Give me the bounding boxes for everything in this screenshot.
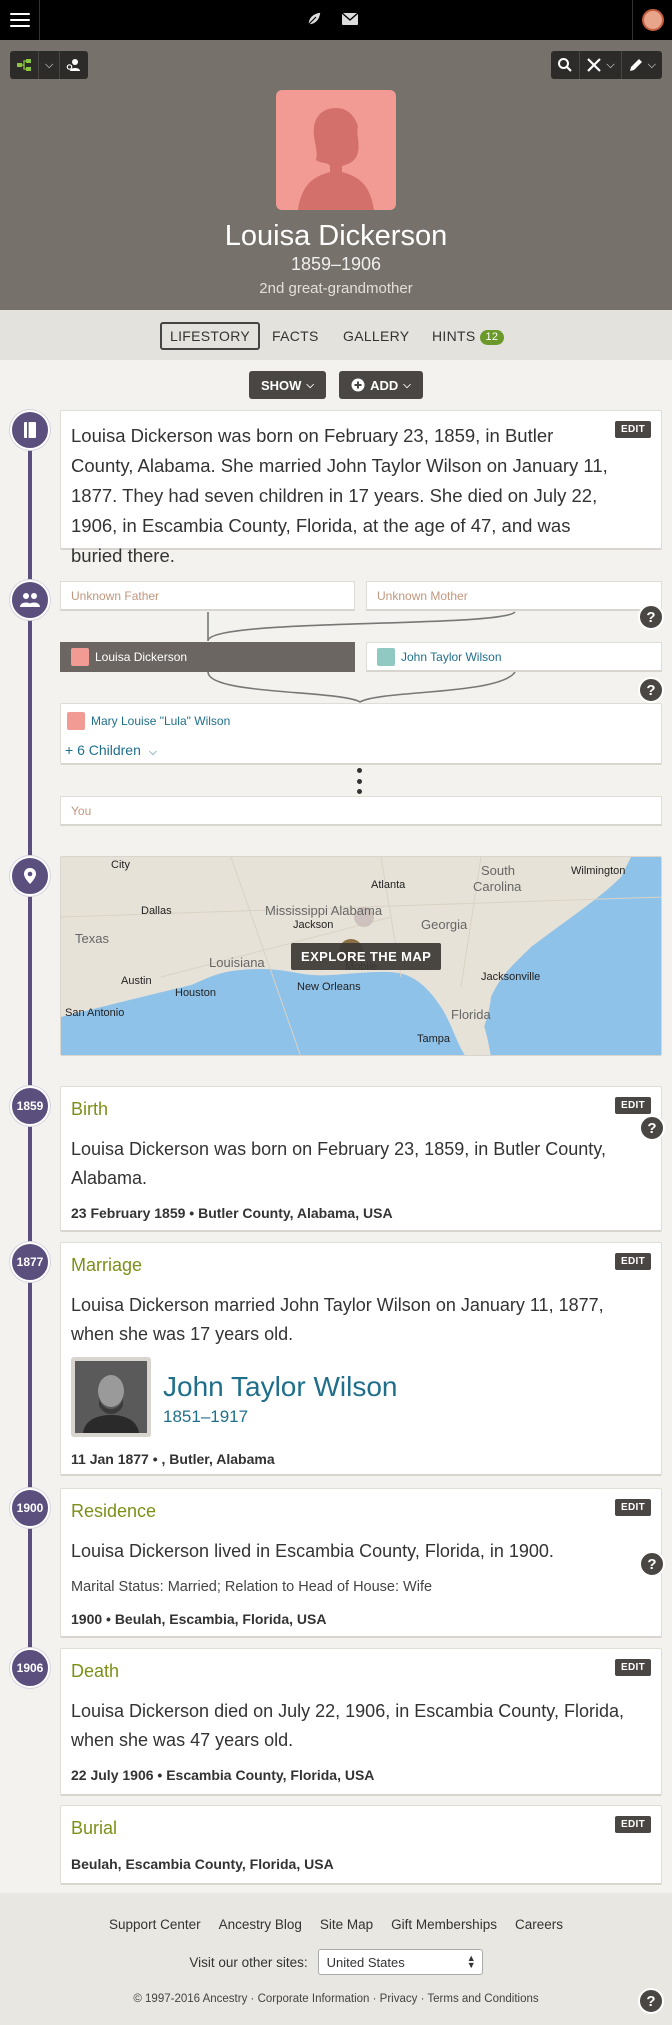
edit-button[interactable]: EDIT	[615, 1253, 651, 1270]
event-card-burial: EDIT Burial Beulah, Escambia County, Flo…	[60, 1805, 662, 1885]
more-children-toggle[interactable]: + 6 Children ⌵	[65, 742, 157, 759]
legal-link-corporate[interactable]: Corporate Information	[258, 1993, 370, 2005]
map-label-texas: Texas	[75, 931, 109, 946]
chevron-down-icon: ⌵	[148, 746, 158, 758]
edit-button[interactable]: EDIT	[615, 1816, 651, 1833]
children-card: Mary Louise "Lula" Wilson + 6 Children ⌵	[60, 703, 662, 765]
footer-link-support[interactable]: Support Center	[109, 1917, 201, 1932]
edit-button[interactable]: EDIT	[615, 1499, 651, 1516]
map-node	[10, 856, 50, 896]
footer-link-careers[interactable]: Careers	[515, 1917, 563, 1932]
event-meta: 1900 • Beulah, Escambia, Florida, USA	[71, 1611, 327, 1627]
event-card-residence: EDIT ? Residence Louisa Dickerson lived …	[60, 1488, 665, 1638]
event-subtext: Marital Status: Married; Relation to Hea…	[71, 1579, 433, 1595]
explore-map-button[interactable]: EXPLORE THE MAP	[291, 943, 442, 970]
event-title: Burial	[71, 1818, 118, 1838]
select-arrows-icon: ▲ ▼	[466, 1953, 476, 1970]
event-card-marriage: EDIT Marriage Louisa Dickerson married J…	[60, 1242, 662, 1476]
map-label-south: South	[481, 863, 515, 878]
map-label-louisiana: Louisiana	[209, 955, 265, 970]
event-text: Louisa Dickerson lived in Escambia Count…	[71, 1541, 554, 1561]
event-card-birth: EDIT ? Birth Louisa Dickerson was born o…	[60, 1086, 665, 1232]
map-label-san-antonio: San Antonio	[65, 1007, 125, 1019]
map-label-atlanta: Atlanta	[371, 879, 406, 891]
event-meta: 11 Jan 1877 • , Butler, Alabama	[71, 1451, 275, 1467]
spouse-box[interactable]: John Taylor Wilson	[366, 642, 662, 672]
year-node-1906: 1906	[10, 1648, 50, 1688]
help-icon[interactable]: ?	[638, 1988, 664, 2014]
spouse-link-name[interactable]: John Taylor Wilson	[163, 1371, 397, 1403]
footer-link-gifts[interactable]: Gift Memberships	[391, 1917, 497, 1932]
spouse-link-dates: 1851–1917	[163, 1407, 249, 1426]
map-label-georgia: Georgia	[421, 917, 468, 932]
country-select[interactable]: United States ▲ ▼	[317, 1949, 483, 1975]
footer-link-blog[interactable]: Ancestry Blog	[219, 1917, 302, 1932]
legal-link-terms[interactable]: Terms and Conditions	[427, 1993, 538, 2005]
help-icon[interactable]: ?	[638, 677, 664, 703]
spouse-photo[interactable]	[71, 1357, 151, 1437]
footer-link-sitemap[interactable]: Site Map	[320, 1917, 373, 1932]
map-pin-icon	[24, 868, 36, 884]
edit-button[interactable]: EDIT	[615, 1097, 651, 1114]
footer-links: Support Center Ancestry Blog Site Map Gi…	[0, 1917, 672, 1932]
map-label-tampa: Tampa	[417, 1033, 451, 1045]
map-label-new-orleans: New Orleans	[297, 981, 361, 993]
help-icon[interactable]: ?	[639, 1551, 665, 1577]
self-person-box[interactable]: Louisa Dickerson	[60, 642, 355, 672]
male-avatar-icon	[377, 647, 395, 666]
other-sites-label: Visit our other sites:	[189, 1954, 308, 1970]
unknown-father-box[interactable]: Unknown Father	[60, 581, 355, 611]
event-meta: Beulah, Escambia County, Florida, USA	[71, 1856, 334, 1872]
map-label-jacksonville: Jacksonville	[481, 971, 541, 983]
female-avatar-icon	[67, 712, 85, 730]
event-meta: 22 July 1906 • Escambia County, Florida,…	[71, 1767, 375, 1783]
map-label-mississippi-alabama: Mississippi Alabama	[265, 903, 383, 918]
other-sites-row: Visit our other sites: United States ▲ ▼	[0, 1949, 672, 1975]
site-footer: Support Center Ancestry Blog Site Map Gi…	[0, 1893, 672, 2025]
map-label-dallas: Dallas	[141, 905, 172, 917]
map-label-houston: Houston	[175, 987, 216, 999]
event-text: Louisa Dickerson died on July 22, 1906, …	[71, 1701, 624, 1750]
ellipsis-vertical-icon[interactable]	[357, 768, 363, 794]
edit-button[interactable]: EDIT	[615, 1659, 651, 1676]
child-row[interactable]: Mary Louise "Lula" Wilson	[67, 712, 230, 730]
year-node-1900: 1900	[10, 1488, 50, 1528]
event-text: Louisa Dickerson was born on February 23…	[71, 1139, 606, 1188]
event-text: Louisa Dickerson married John Taylor Wil…	[71, 1295, 604, 1344]
map-label-city: City	[111, 859, 130, 871]
footer-legal: © 1997-2016 Ancestry · Corporate Informa…	[133, 1993, 539, 2005]
legal-link-privacy[interactable]: Privacy	[380, 1993, 418, 2005]
unknown-mother-box[interactable]: Unknown Mother	[366, 581, 662, 611]
map-label-jackson: Jackson	[293, 919, 334, 931]
child-name: Mary Louise "Lula" Wilson	[91, 714, 231, 728]
copyright-text: © 1997-2016 Ancestry	[133, 1993, 248, 2005]
you-box[interactable]: You	[60, 796, 662, 826]
map-label-austin: Austin	[121, 975, 152, 987]
self-name: Louisa Dickerson	[95, 649, 188, 664]
help-icon[interactable]: ?	[638, 604, 664, 630]
location-map[interactable]: City Dallas Texas Austin Houston San Ant…	[60, 856, 662, 1056]
spouse-name: John Taylor Wilson	[401, 649, 502, 664]
year-node-1877: 1877	[10, 1242, 50, 1282]
event-title: Marriage	[71, 1255, 143, 1275]
event-card-death: EDIT Death Louisa Dickerson died on July…	[60, 1648, 662, 1796]
more-children-label: + 6 Children	[65, 742, 141, 758]
map-label-florida: Florida	[451, 1007, 491, 1022]
help-icon[interactable]: ?	[639, 1115, 665, 1141]
spouse-portrait	[75, 1361, 147, 1433]
country-select-value: United States	[326, 1954, 405, 1970]
female-avatar-icon	[71, 647, 89, 666]
event-title: Birth	[71, 1099, 109, 1119]
event-title: Death	[71, 1661, 120, 1681]
year-node-1859: 1859	[10, 1086, 50, 1126]
event-meta: 23 February 1859 • Butler County, Alabam…	[71, 1205, 393, 1221]
map-label-carolina: Carolina	[473, 879, 522, 894]
family-connectors	[207, 611, 516, 703]
event-title: Residence	[71, 1501, 157, 1521]
map-label-wilmington: Wilmington	[571, 865, 626, 877]
